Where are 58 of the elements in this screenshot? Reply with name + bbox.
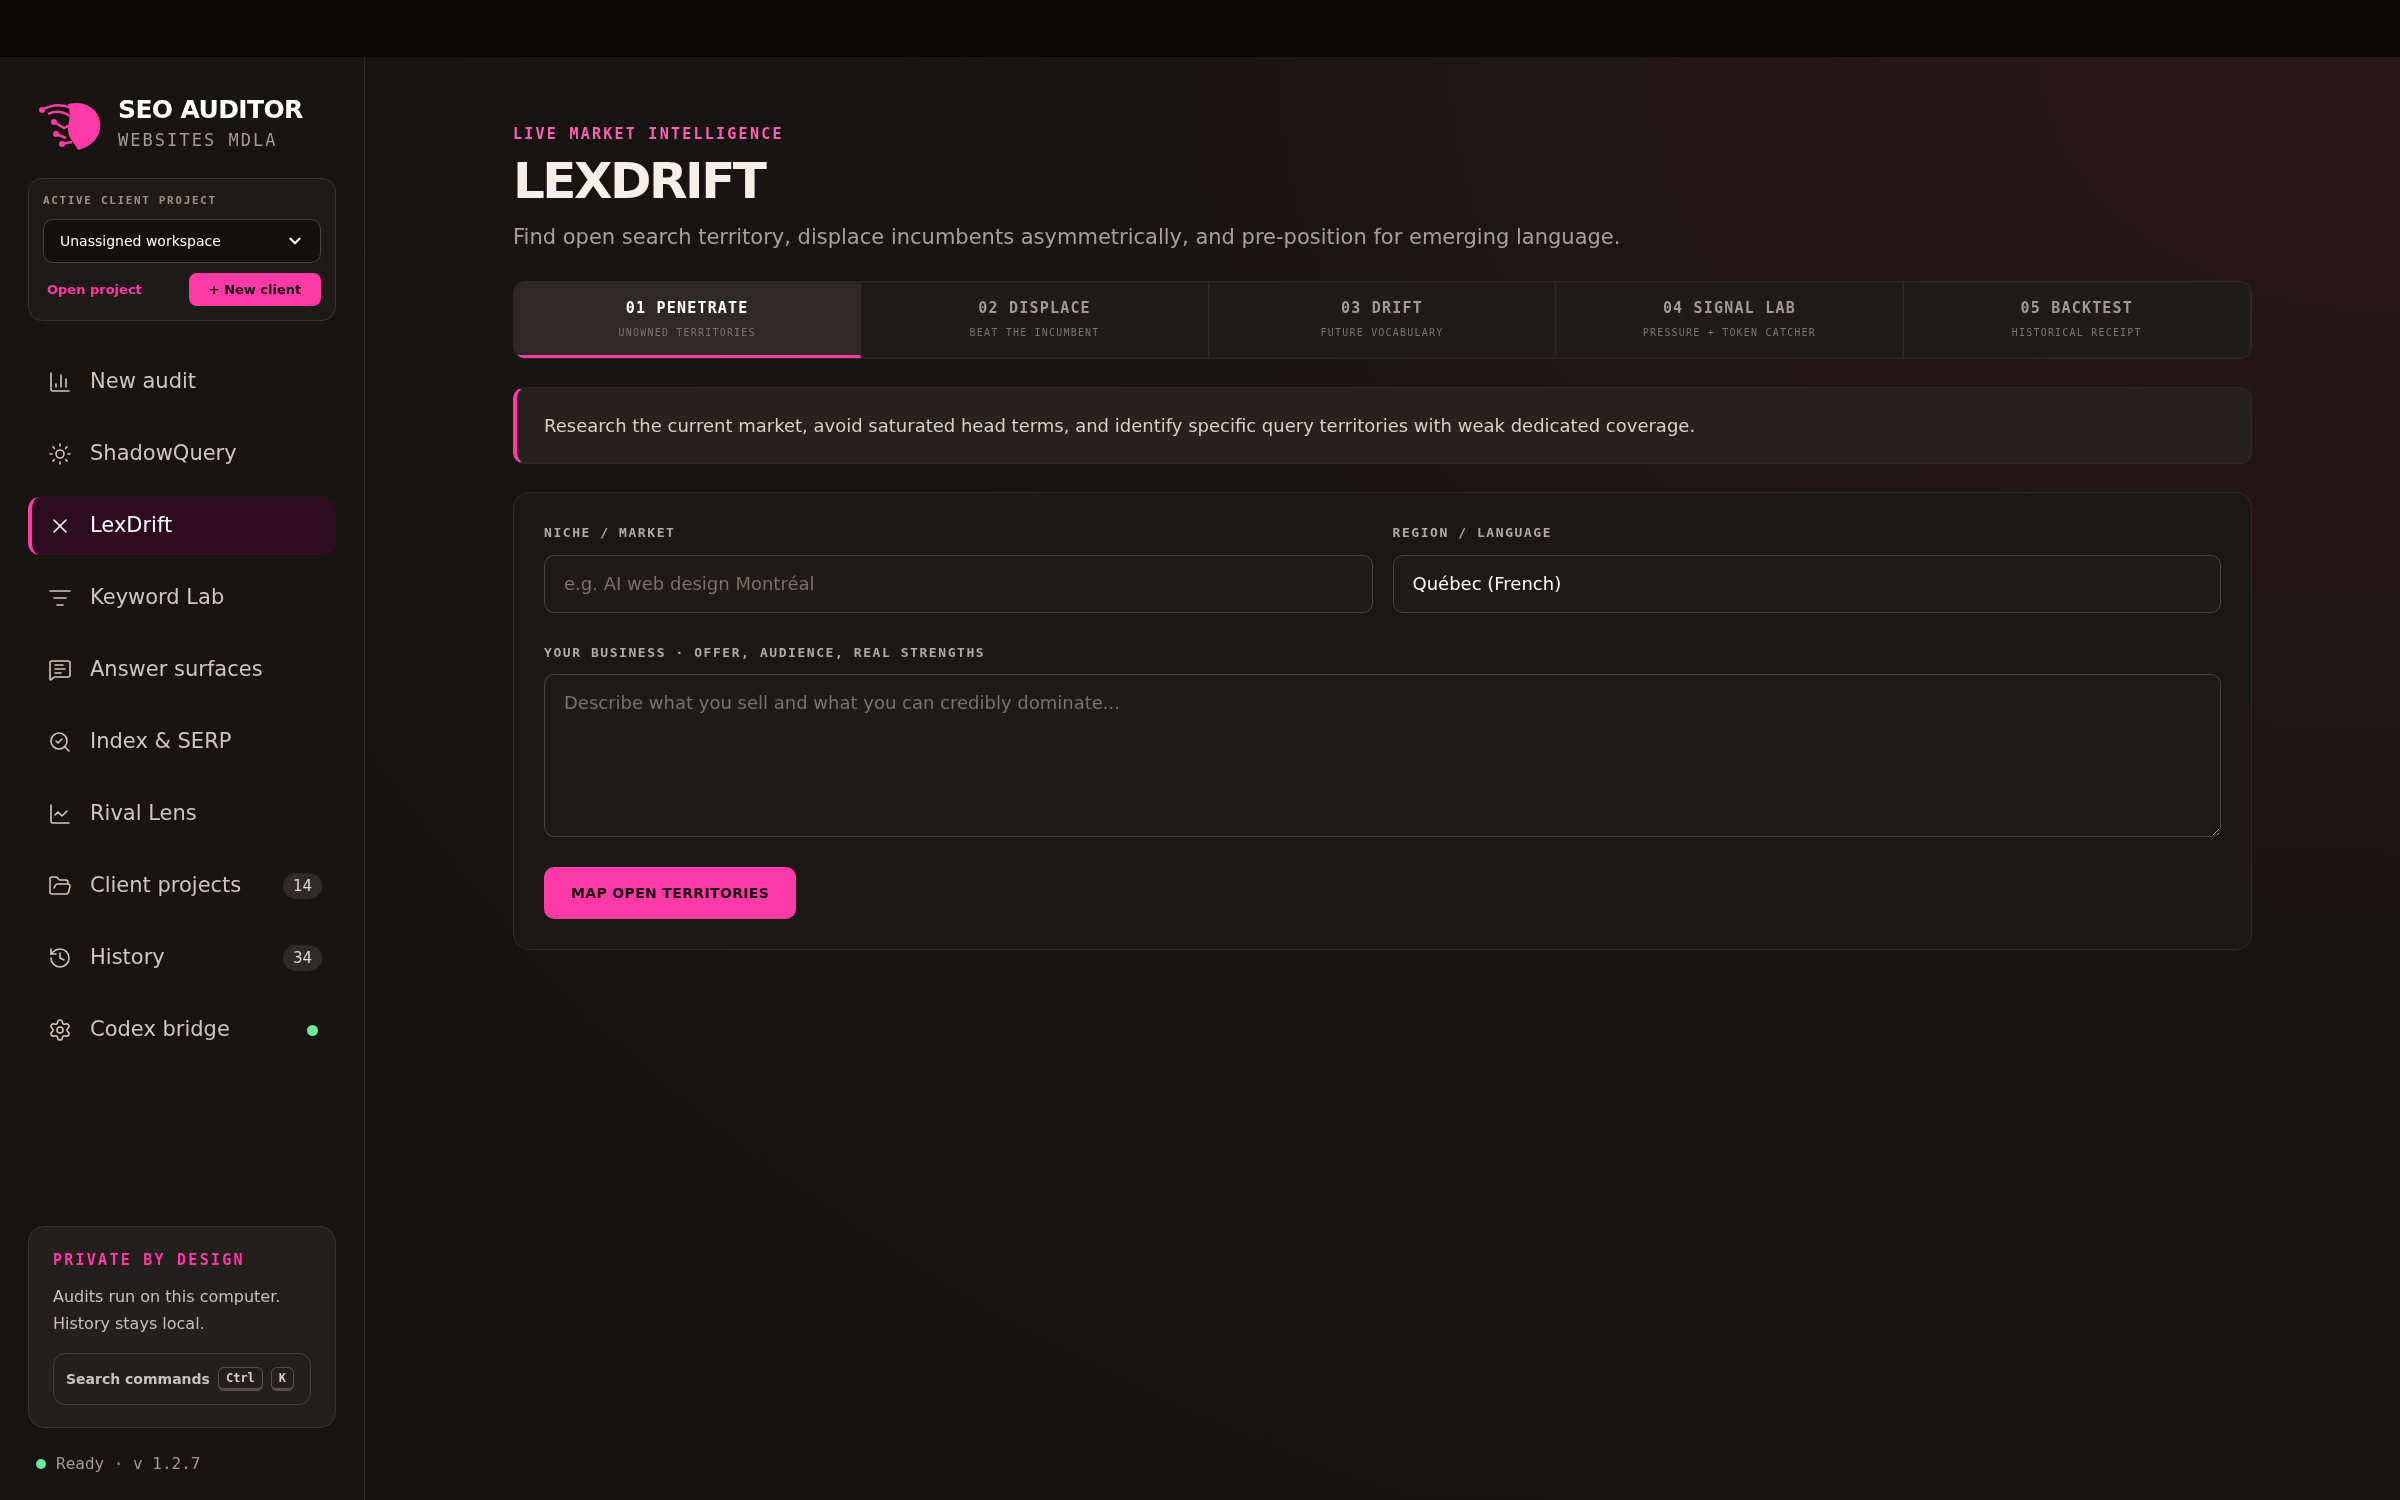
brand-subtitle: WEBSITES MDLA: [118, 129, 279, 152]
command-search[interactable]: Search commands Ctrl K: [53, 1353, 311, 1405]
nav-item[interactable]: Index & SERP: [28, 713, 336, 771]
settings-icon: [48, 1018, 72, 1042]
count-badge: 14: [282, 872, 322, 900]
tab[interactable]: 04 SIGNAL LAB PRESSURE + TOKEN CATCHER: [1556, 282, 1904, 358]
nav-label: LexDrift: [90, 512, 174, 540]
nav-label: New audit: [90, 368, 198, 396]
page-title: LEXDRIFT: [513, 155, 767, 206]
sun-icon: [48, 442, 72, 466]
card-title: PRIVATE BY DESIGN: [53, 1249, 246, 1271]
submit-button[interactable]: MAP OPEN TERRITORIES: [544, 867, 797, 919]
bar-chart-icon: [48, 370, 72, 394]
nav-item[interactable]: Keyword Lab: [28, 569, 336, 627]
tab[interactable]: 05 BACKTEST HISTORICAL RECEIPT: [1903, 282, 2251, 358]
history-icon: [48, 946, 72, 970]
nav-label: Answer surfaces: [90, 656, 264, 684]
region-input[interactable]: Québec (French): [1392, 554, 2221, 613]
tab[interactable]: 02 DISPLACE BEAT THE INCUMBENT: [861, 282, 1209, 358]
tab[interactable]: 01 PENETRATE UNOWNED TERRITORIES: [514, 282, 862, 358]
nav-label: Index & SERP: [90, 728, 233, 756]
nav-item[interactable]: Codex bridge: [28, 1001, 336, 1059]
line-chart-icon: [48, 802, 72, 826]
chat-icon: [48, 658, 72, 682]
nav-item[interactable]: Rival Lens: [28, 785, 336, 843]
count-badge: 34: [282, 944, 322, 972]
privacy-text: Audits run on this computer. History stays local.: [53, 1286, 282, 1335]
nav-label: Client projects: [90, 872, 243, 900]
nav-item[interactable]: Client projects 14: [28, 857, 336, 915]
field-label: YOUR BUSINESS · OFFER, AUDIENCE, REAL STRENGTHS: [544, 643, 987, 662]
nav-label: Keyword Lab: [90, 584, 226, 612]
field-label: NICHE / MARKET: [544, 524, 677, 542]
card-label: ACTIVE CLIENT PROJECT: [43, 192, 218, 209]
key-cap: Ctrl: [217, 1367, 263, 1391]
nav-item[interactable]: LexDrift: [28, 497, 336, 555]
info-notice: Research the current market, avoid saturated head terms, and identify specific query territories with weak dedicated coverage.: [513, 387, 2252, 464]
folder-icon: [48, 874, 72, 898]
page-subtitle: Find open search territory, displace incumbents asymmetrically, and pre-position for emerging language.: [513, 223, 1622, 251]
nav-item[interactable]: New audit: [28, 353, 336, 411]
key-cap: K: [270, 1367, 295, 1391]
status-text: Ready · v 1.2.7: [56, 1453, 201, 1475]
nav-label: ShadowQuery: [90, 440, 238, 468]
niche-input[interactable]: e.g. AI web design Montréal: [544, 554, 1373, 613]
new-client-button[interactable]: + New client: [189, 273, 321, 306]
nav-item[interactable]: Answer surfaces: [28, 641, 336, 699]
nav-label: Codex bridge: [90, 1016, 231, 1044]
open-project-link[interactable]: Open project: [43, 279, 142, 300]
business-textarea[interactable]: Describe what you sell and what you can credibly dominate...: [544, 674, 2221, 837]
search-check-icon: [48, 730, 72, 754]
brand-title: SEO AUDITOR: [118, 97, 303, 122]
project-select[interactable]: Unassigned workspace: [43, 219, 321, 263]
field-label: REGION / LANGUAGE: [1392, 524, 1554, 542]
nav-item[interactable]: ShadowQuery: [28, 425, 336, 483]
eyebrow-label: LIVE MARKET INTELLIGENCE: [513, 124, 785, 145]
nav-item[interactable]: History 34: [28, 929, 336, 987]
nav-label: History: [90, 944, 166, 972]
nav-label: Rival Lens: [90, 800, 198, 828]
tab[interactable]: 03 DRIFT FUTURE VOCABULARY: [1208, 282, 1557, 358]
